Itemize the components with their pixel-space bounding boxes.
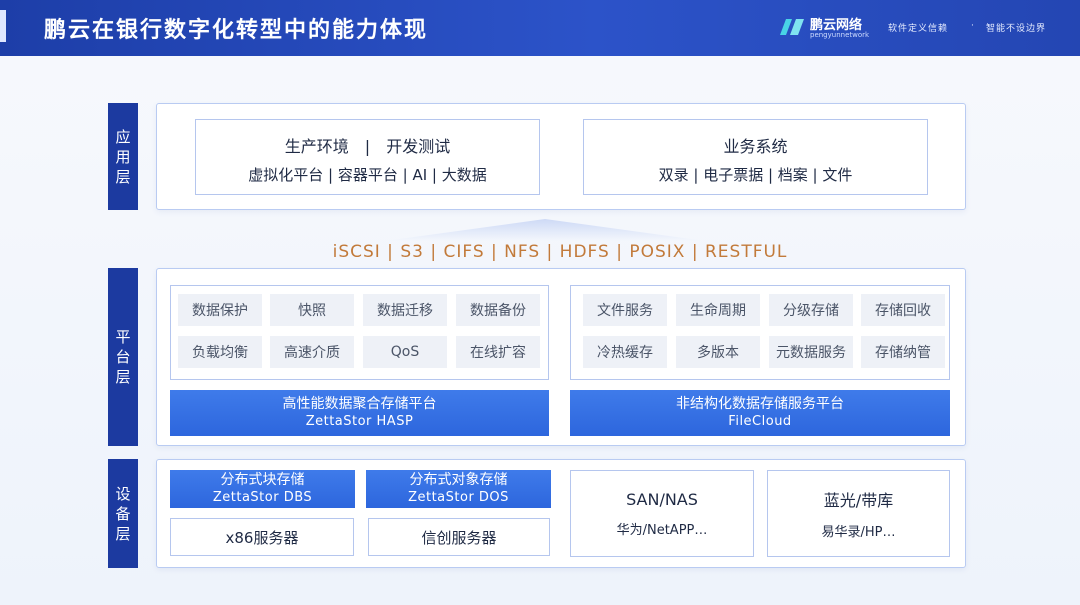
bluray-tape-title: 蓝光/带库 <box>823 491 894 510</box>
distributed-block-storage-bar: 分布式块存储 ZettaStor DBS <box>170 470 355 508</box>
feature-cell: 生命周期 <box>676 294 760 326</box>
block-storage-title: 分布式块存储 <box>220 472 305 488</box>
feature-cell: 元数据服务 <box>769 336 853 368</box>
feature-cell: 存储回收 <box>861 294 945 326</box>
filecloud-platform-title: 非结构化数据存储服务平台 <box>676 396 844 412</box>
feature-cell: 数据保护 <box>178 294 262 326</box>
app-box-left-title: 生产环境 | 开发测试 <box>284 137 451 156</box>
feature-cell: 在线扩容 <box>456 336 540 368</box>
feature-cell: 数据备份 <box>456 294 540 326</box>
distributed-object-storage-bar: 分布式对象存储 ZettaStor DOS <box>366 470 551 508</box>
app-box-right-items: 双录 | 电子票据 | 档案 | 文件 <box>658 166 853 184</box>
feature-cell: 文件服务 <box>583 294 667 326</box>
feature-cell: 高速介质 <box>270 336 354 368</box>
bluray-tape-vendors: 易华录/HP… <box>821 525 896 540</box>
object-storage-title: 分布式对象存储 <box>409 472 508 488</box>
brand-subtitle: pengyunnetwork <box>810 31 870 39</box>
feature-cell: 负载均衡 <box>178 336 262 368</box>
hasp-platform-title: 高性能数据聚合存储平台 <box>282 396 437 412</box>
feature-cell: 分级存储 <box>769 294 853 326</box>
layer-tab-platform: 平台层 <box>108 268 138 446</box>
layer-tab-device: 设备层 <box>108 459 138 568</box>
brand-logo-icon <box>780 19 804 35</box>
san-nas-vendors: 华为/NetAPP… <box>616 522 708 538</box>
protocol-list: iSCSI | S3 | CIFS | NFS | HDFS | POSIX |… <box>332 242 788 262</box>
header-accent-bar <box>0 10 6 42</box>
slogan-left: 软件定义信赖 <box>888 24 949 34</box>
feature-cell: 存储纳管 <box>861 336 945 368</box>
x86-server-box: x86服务器 <box>170 518 354 556</box>
slogan-right: 智能不设边界 <box>986 24 1047 34</box>
layer-tab-app: 应用层 <box>108 103 138 210</box>
hasp-platform-subtitle: ZettaStor HASP <box>305 414 414 429</box>
object-storage-subtitle: ZettaStor DOS <box>408 490 509 505</box>
page-title: 鹏云在银行数字化转型中的能力体现 <box>44 18 429 43</box>
filecloud-platform-bar: 非结构化数据存储服务平台 FileCloud <box>570 390 950 436</box>
block-storage-subtitle: ZettaStor DBS <box>212 490 313 505</box>
feature-cell: 数据迁移 <box>363 294 447 326</box>
feature-cell: 快照 <box>270 294 354 326</box>
app-box-left-items: 虚拟化平台 | 容器平台 | AI | 大数据 <box>248 166 487 184</box>
san-nas-box: SAN/NAS 华为/NetAPP… <box>570 470 754 557</box>
feature-cell: 多版本 <box>676 336 760 368</box>
xinchuang-server-box: 信创服务器 <box>368 518 550 556</box>
hasp-platform-bar: 高性能数据聚合存储平台 ZettaStor HASP <box>170 390 549 436</box>
bluray-tape-box: 蓝光/带库 易华录/HP… <box>767 470 950 557</box>
slogan-separator: · <box>971 21 974 31</box>
filecloud-platform-subtitle: FileCloud <box>728 414 792 429</box>
san-nas-title: SAN/NAS <box>626 489 698 509</box>
feature-cell: 冷热缓存 <box>583 336 667 368</box>
upward-arrow-glow-icon <box>385 219 705 241</box>
app-box-right-title: 业务系统 <box>723 137 788 156</box>
feature-cell: QoS <box>363 336 447 368</box>
